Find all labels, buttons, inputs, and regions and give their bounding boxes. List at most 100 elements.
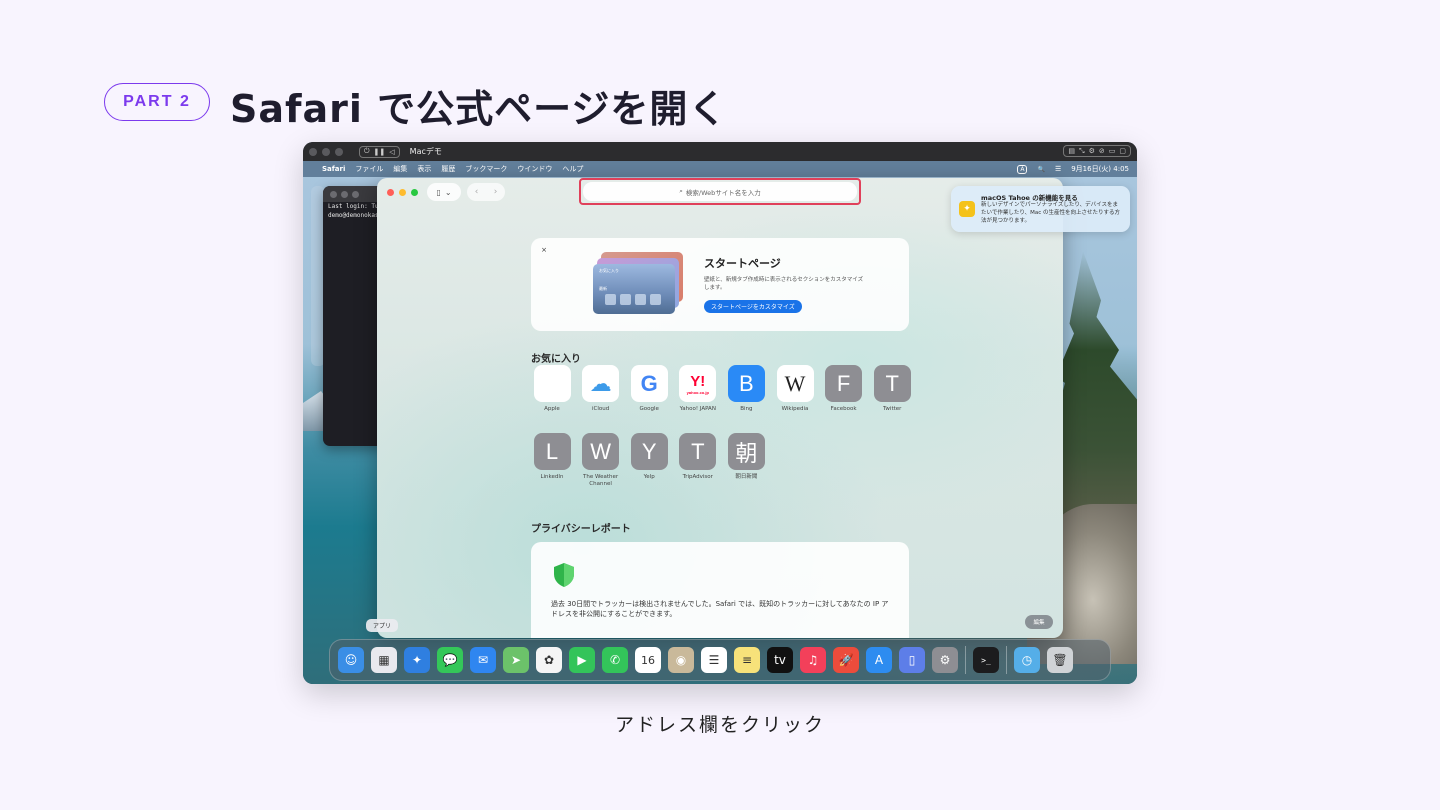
resize-icon[interactable]: ⤡ (1079, 147, 1085, 156)
favorite-bing[interactable]: B Bing (723, 365, 769, 413)
downloads-icon[interactable]: ◷ (1014, 647, 1040, 673)
favorite-label: Twitter (882, 406, 902, 412)
display-icon[interactable]: ▤ (1068, 147, 1075, 155)
menu-window[interactable]: ウインドウ (517, 164, 552, 174)
control-center-icon[interactable]: ☰ (1055, 165, 1061, 173)
phone-icon[interactable]: ✆ (602, 647, 628, 673)
favorite-icon: ☁ (582, 365, 620, 402)
favorite-the-weather-channel[interactable]: W The Weather Channel (578, 433, 624, 488)
iphone-mirroring-icon[interactable]: ▯ (899, 647, 925, 673)
rocket-icon[interactable]: 🚀 (833, 647, 859, 673)
customize-start-page-button[interactable]: スタートページをカスタマイズ (704, 300, 802, 313)
dock-tooltip: アプリ (366, 619, 398, 632)
messages-icon[interactable]: 💬 (437, 647, 463, 673)
search-icon: ⌕ (679, 187, 683, 195)
safari-icon[interactable]: ✦ (404, 647, 430, 673)
spotlight-icon[interactable]: 🔍 (1037, 166, 1044, 173)
app-store-icon[interactable]: A (866, 647, 892, 673)
favorite-label: TripAdvisor (682, 474, 713, 480)
favorite-tripadvisor[interactable]: T TripAdvisor (675, 433, 721, 481)
zoom-window-button[interactable] (411, 189, 418, 196)
privacy-report-card[interactable]: 過去 30日間でトラッカーは検出されませんでした。Safari では、既知のトラ… (531, 542, 909, 638)
reminders-icon[interactable]: ☰ (701, 647, 727, 673)
lightbulb-icon: ✦ (959, 201, 975, 217)
menu-datetime[interactable]: 9月16日(火) 4:05 (1071, 164, 1129, 174)
close-icon[interactable]: × (538, 244, 550, 256)
back-icon[interactable]: ◁ (389, 148, 394, 156)
close-window-button[interactable] (387, 189, 394, 196)
privacy-heading: プライバシーレポート (531, 524, 631, 535)
vm-window-controls[interactable] (309, 147, 343, 156)
favorite-linkedin[interactable]: L LinkedIn (529, 433, 575, 481)
favorite-google[interactable]: G Google (626, 365, 672, 413)
notes-icon[interactable]: ≡ (734, 647, 760, 673)
system-settings-icon[interactable]: ⚙ (932, 647, 958, 673)
fullscreen-icon[interactable]: ▢ (1119, 147, 1126, 155)
forward-button[interactable]: › (494, 187, 498, 197)
tv-icon[interactable]: tv (767, 647, 793, 673)
maps-icon[interactable]: ➤ (503, 647, 529, 673)
page-title: Safari で公式ページを開く (230, 87, 728, 131)
window-icon[interactable]: ▭ (1109, 147, 1116, 155)
favorite-twitter[interactable]: T Twitter (869, 365, 915, 413)
favorite-icon: W (776, 365, 814, 402)
menu-history[interactable]: 履歴 (441, 164, 455, 174)
yahoo-domain: yahoo.co.jp (686, 389, 709, 395)
favorite-icon: L (533, 433, 571, 470)
favorite-icloud[interactable]: ☁ iCloud (578, 365, 624, 413)
chevron-down-icon: ⌄ (444, 187, 452, 197)
start-page-illustration: お気に入り 最新 (593, 252, 685, 316)
finder-icon[interactable]: ☺ (338, 647, 364, 673)
terminal-icon[interactable]: >_ (973, 647, 999, 673)
launchpad-icon[interactable]: ▦ (371, 647, 397, 673)
music-icon[interactable]: ♫ (800, 647, 826, 673)
favorite-label: Apple (544, 406, 560, 412)
address-bar[interactable]: ⌕ 検索/Webサイト名を入力 (583, 182, 857, 201)
menu-help[interactable]: ヘルプ (562, 164, 583, 174)
mail-icon[interactable]: ✉ (470, 647, 496, 673)
edit-button[interactable]: 編集 (1025, 615, 1053, 629)
notification-banner[interactable]: ✦ macOS Tahoe の新機能を見る 新しいデザインでパーソナライズしたり… (951, 186, 1130, 232)
photos-icon[interactable]: ✿ (536, 647, 562, 673)
favorite-yelp[interactable]: Y Yelp (626, 433, 672, 481)
favorite-yahoo-japan[interactable]: Y! yahoo.co.jp Yahoo! JAPAN (675, 365, 721, 413)
vm-right-controls[interactable]: ▤ ⤡ ⚙ ⊘ ▭ ▢ (1063, 145, 1131, 157)
favorite-label: iCloud (591, 406, 610, 412)
calendar-icon[interactable]: 16 (635, 647, 661, 673)
favorite-label: Yahoo! JAPAN (679, 406, 716, 412)
power-icon[interactable]: ⏻ (364, 147, 370, 156)
trash-icon[interactable]: 🗑 (1047, 647, 1073, 673)
pause-icon[interactable]: ❚❚ (374, 148, 386, 156)
notification-body: 新しいデザインでパーソナライズしたり、デバイスをまたいで作業したり、Mac の生… (981, 202, 1121, 224)
menu-view[interactable]: 表示 (417, 164, 431, 174)
favorite-facebook[interactable]: F Facebook (821, 365, 867, 413)
favorite-icon (533, 365, 571, 402)
favorite-apple[interactable]: Apple (529, 365, 575, 413)
contacts-icon[interactable]: ◉ (668, 647, 694, 673)
menu-edit[interactable]: 編集 (393, 164, 407, 174)
favorite-icon: G (630, 365, 668, 402)
favorite-icon: F (825, 365, 863, 402)
favorite-icon: Y (630, 433, 668, 470)
favorites-heading: お気に入り (531, 354, 581, 365)
back-button[interactable]: ‹ (475, 187, 479, 197)
favorite-wikipedia[interactable]: W Wikipedia (772, 365, 818, 413)
yahoo-logo: Y! (690, 372, 706, 390)
minimize-window-button[interactable] (399, 189, 406, 196)
sidebar-toggle-button[interactable]: ▯ ⌄ (427, 183, 461, 201)
menu-file[interactable]: ファイル (355, 164, 383, 174)
favorite-[interactable]: 朝朝日新聞 (723, 433, 769, 481)
favorite-icon: 朝 (727, 433, 765, 470)
mac-screenshot: ⏻ ❚❚ ◁ Macデモ ▤ ⤡ ⚙ ⊘ ▭ ▢ Safari ファイル 編集 … (303, 142, 1137, 684)
favorite-icon: T (679, 433, 717, 470)
vm-power-controls[interactable]: ⏻ ❚❚ ◁ (359, 145, 400, 158)
facetime-icon[interactable]: ▶ (569, 647, 595, 673)
privacy-report-text: 過去 30日間でトラッカーは検出されませんでした。Safari では、既知のトラ… (551, 600, 889, 618)
menu-safari[interactable]: Safari (322, 165, 345, 173)
menu-bookmarks[interactable]: ブックマーク (465, 164, 507, 174)
block-icon[interactable]: ⊘ (1099, 147, 1105, 155)
dock: ☺ ▦ ✦ 💬 ✉ ➤ ✿ ▶ ✆ 16 ◉ ☰ ≡ tv ♫ 🚀 A ▯ ⚙ >_ ◷ 🗑 (329, 639, 1111, 681)
settings-icon[interactable]: ⚙ (1089, 147, 1095, 155)
favorite-label: LinkedIn (540, 474, 564, 480)
input-source-icon[interactable]: A (1017, 164, 1028, 174)
